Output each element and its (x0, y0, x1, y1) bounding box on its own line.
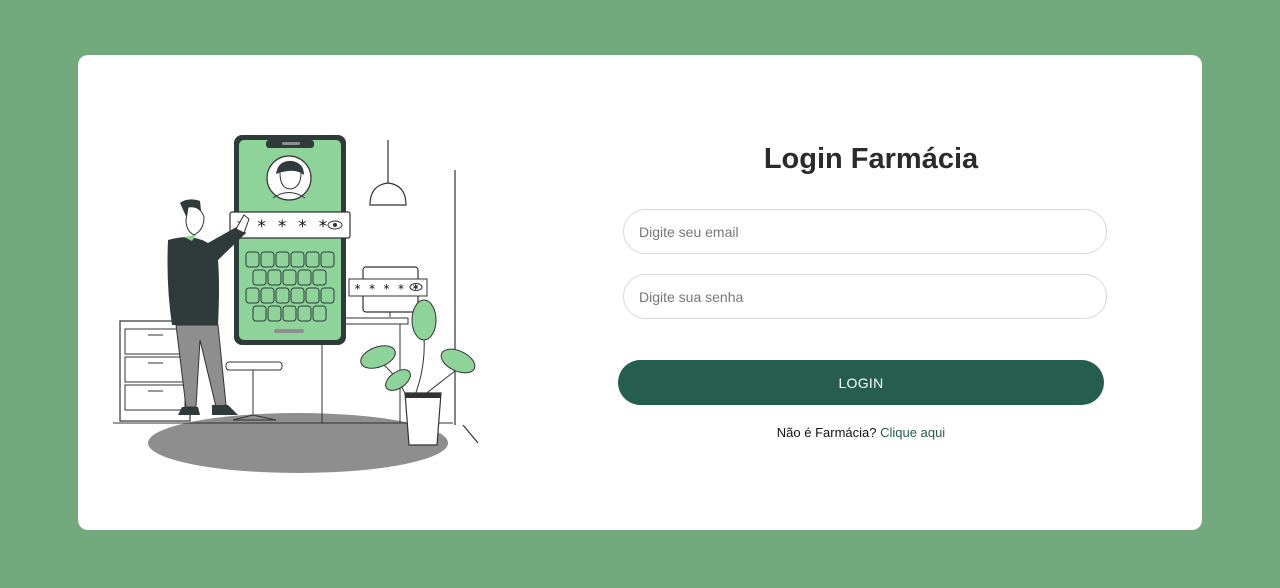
stool (225, 361, 283, 421)
signup-prompt-text: Não é Farmácia? (776, 425, 877, 440)
page-title: Login Farmácia (763, 143, 979, 175)
phone: * * * * * (229, 135, 351, 345)
login-illustration: * * * * * * * * * * (113, 135, 479, 473)
signup-link[interactable]: Clique aqui (880, 425, 945, 440)
signup-prompt-line: Não é Farmácia? Clique aqui (618, 425, 1104, 440)
floor-shadow (148, 413, 448, 473)
user-avatar-icon (266, 155, 312, 201)
login-form: Login Farmácia LOGIN Não é Farmácia? Cli… (618, 55, 1108, 530)
monitor-password-mask: * * * * * (354, 282, 419, 296)
login-button[interactable]: LOGIN (618, 360, 1104, 405)
phone-password-mask: * * * * * (236, 217, 328, 237)
login-card: * * * * * * * * * * Login Farmácia Digit… (78, 55, 1202, 530)
password-input[interactable] (623, 274, 1107, 319)
email-input[interactable] (623, 209, 1107, 254)
pendant-lamp-icon (369, 140, 407, 206)
